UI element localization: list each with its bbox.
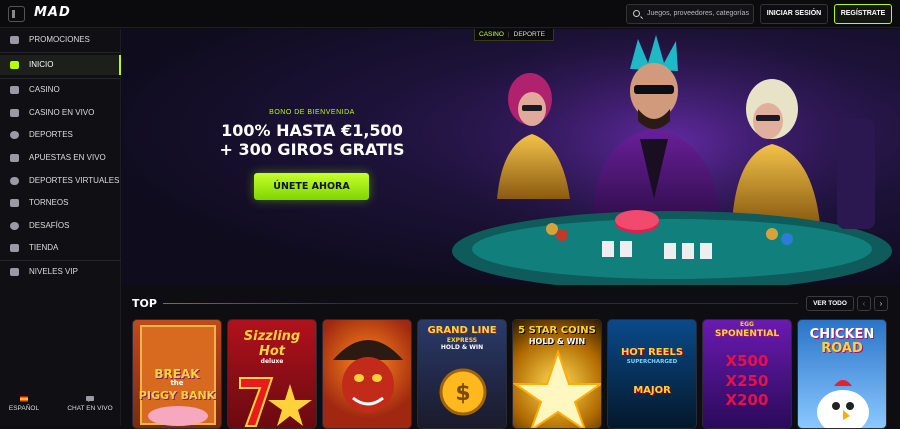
sidebar-item-tienda[interactable]: TIENDA bbox=[0, 238, 121, 258]
chicken-icon bbox=[817, 380, 869, 428]
shop-icon bbox=[10, 244, 19, 252]
game-subtitle: the bbox=[170, 379, 184, 387]
sidebar-item-deportes-virtuales[interactable]: DEPORTES VIRTUALES bbox=[0, 171, 121, 191]
sidebar-item-label: TIENDA bbox=[29, 243, 59, 252]
crown-icon bbox=[10, 268, 19, 276]
tab-casino[interactable]: CASINO bbox=[475, 29, 508, 40]
spain-flag-icon bbox=[20, 396, 28, 402]
game-tile-hot-reels[interactable]: HOT REELS SUPERCHARGED MAJOR bbox=[607, 319, 697, 429]
prev-arrow-icon[interactable]: ‹ bbox=[857, 296, 871, 311]
game-title-2: SPONENTIAL bbox=[714, 329, 780, 339]
game-tile-break-the-piggy-bank[interactable]: BREAK the PIGGY BANK bbox=[132, 319, 222, 429]
star-icon bbox=[513, 350, 601, 428]
sidebar-item-promociones[interactable]: PROMOCIONES bbox=[0, 30, 121, 50]
game-subtitle: MAJOR bbox=[633, 385, 671, 396]
sidebar-item-apuestas-en-vivo[interactable]: APUESTAS EN VIVO bbox=[0, 148, 121, 168]
search-placeholder: Juegos, proveedores, categorías bbox=[647, 10, 749, 17]
section-divider bbox=[163, 303, 798, 304]
divider bbox=[0, 260, 121, 261]
headline-line-2: + 300 GIROS GRATIS bbox=[219, 140, 405, 159]
game-tile-pirate[interactable] bbox=[322, 319, 412, 429]
live-tv-icon bbox=[10, 154, 19, 162]
coin-train-icon: $ bbox=[439, 368, 487, 416]
sidebar-item-inicio[interactable]: INICIO bbox=[0, 55, 121, 75]
sidebar-item-desafios[interactable]: DESAFÍOS bbox=[0, 216, 121, 236]
soccer-ball-icon bbox=[10, 131, 19, 139]
sidebar-item-label: CASINO bbox=[29, 85, 60, 94]
slot-machine-icon bbox=[10, 86, 19, 94]
game-tile-eggsponential[interactable]: EGG SPONENTIAL X500 X250 X200 bbox=[702, 319, 792, 429]
sidebar-item-torneos[interactable]: TORNEOS bbox=[0, 193, 121, 213]
trophy-icon bbox=[10, 199, 19, 207]
medal-icon bbox=[10, 222, 19, 230]
game-title: CHICKEN bbox=[809, 327, 875, 342]
hero-banner: CASINO | DEPORTE BONO DE BIENVENIDA 100% H… bbox=[122, 29, 900, 285]
sidebar-item-label: NIVELES VIP bbox=[29, 267, 78, 276]
sidebar-item-label: TORNEOS bbox=[29, 198, 69, 207]
join-now-button[interactable]: ÚNETE AHORA bbox=[254, 173, 369, 200]
sidebar-toggle-icon[interactable] bbox=[8, 6, 25, 22]
chat-label: CHAT EN VIVO bbox=[67, 405, 113, 412]
sidebar-item-label: APUESTAS EN VIVO bbox=[29, 153, 106, 162]
gamepad-icon bbox=[10, 177, 19, 185]
logo[interactable]: MAD bbox=[34, 5, 71, 20]
language-selector[interactable]: ESPAÑOL bbox=[6, 396, 42, 412]
sidebar-item-label: INICIO bbox=[29, 60, 54, 69]
search-input[interactable]: Juegos, proveedores, categorías bbox=[626, 4, 754, 24]
section-title: TOP bbox=[132, 297, 157, 310]
bonus-label: BONO DE BIENVENIDA bbox=[269, 109, 355, 116]
game-tile-grand-line-express[interactable]: GRAND LINE EXPRESS HOLD & WIN $ bbox=[417, 319, 507, 429]
game-tile-5-star-coins[interactable]: 5 STAR COINS HOLD & WIN bbox=[512, 319, 602, 429]
banner-tabs: CASINO | DEPORTE bbox=[474, 29, 554, 41]
sidebar-item-casino[interactable]: CASINO bbox=[0, 80, 121, 100]
game-title-2: PIGGY BANK bbox=[138, 389, 216, 402]
game-title: Sizzling bbox=[243, 329, 301, 344]
sidebar-item-label: DESAFÍOS bbox=[29, 221, 70, 230]
game-title-2: SUPERCHARGED bbox=[626, 359, 678, 365]
game-subtitle: deluxe bbox=[260, 358, 284, 365]
game-tile-chicken-road[interactable]: CHICKEN ROAD bbox=[797, 319, 887, 429]
game-subtitle: HOLD & WIN bbox=[440, 344, 484, 351]
game-title: GRAND LINE bbox=[427, 325, 497, 336]
sidebar-item-label: CASINO EN VIVO bbox=[29, 108, 95, 117]
game-title: EGG bbox=[740, 321, 754, 328]
game-title-2: HOLD & WIN bbox=[528, 337, 586, 346]
next-arrow-icon[interactable]: › bbox=[874, 296, 888, 311]
game-multipliers: X500 X250 X200 bbox=[725, 352, 769, 409]
svg-text:$: $ bbox=[455, 381, 470, 406]
game-title: 5 STAR COINS bbox=[518, 325, 596, 336]
game-title-2: Hot bbox=[258, 344, 286, 359]
sidebar-item-casino-en-vivo[interactable]: CASINO EN VIVO bbox=[0, 103, 121, 123]
sidebar-item-deportes[interactable]: DEPORTES bbox=[0, 125, 121, 145]
game-title: HOT REELS bbox=[620, 347, 684, 358]
search-icon bbox=[633, 10, 640, 17]
sidebar-item-label: DEPORTES bbox=[29, 130, 73, 139]
live-chat-button[interactable]: CHAT EN VIVO bbox=[62, 396, 118, 412]
game-title-2: ROAD bbox=[821, 341, 863, 356]
game-tile-sizzling-hot[interactable]: Sizzling Hot deluxe bbox=[227, 319, 317, 429]
sidebar-item-niveles-vip[interactable]: NIVELES VIP bbox=[0, 262, 121, 282]
pirate-character-icon bbox=[333, 340, 403, 413]
poker-players-illustration bbox=[442, 29, 900, 285]
chat-icon bbox=[86, 396, 94, 402]
login-button[interactable]: INICIAR SESIÓN bbox=[760, 4, 828, 24]
gift-icon bbox=[10, 36, 19, 44]
view-all-button[interactable]: VER TODO bbox=[806, 296, 854, 311]
divider bbox=[0, 78, 121, 79]
headline-line-1: 100% HASTA €1,500 bbox=[221, 121, 403, 140]
tab-deporte[interactable]: DEPORTE bbox=[510, 29, 549, 40]
sidebar: PROMOCIONES INICIO CASINO CASINO EN VIVO… bbox=[0, 29, 121, 425]
home-icon bbox=[10, 61, 19, 69]
language-label: ESPAÑOL bbox=[8, 405, 40, 412]
top-bar: MAD Juegos, proveedores, categorías INIC… bbox=[0, 0, 900, 28]
seven-star-icon bbox=[239, 377, 312, 427]
sidebar-item-label: PROMOCIONES bbox=[29, 35, 90, 44]
cards-icon bbox=[10, 109, 19, 117]
sidebar-item-label: DEPORTES VIRTUALES bbox=[29, 176, 120, 185]
divider bbox=[0, 52, 121, 53]
register-button[interactable]: REGÍSTRATE bbox=[834, 4, 892, 24]
